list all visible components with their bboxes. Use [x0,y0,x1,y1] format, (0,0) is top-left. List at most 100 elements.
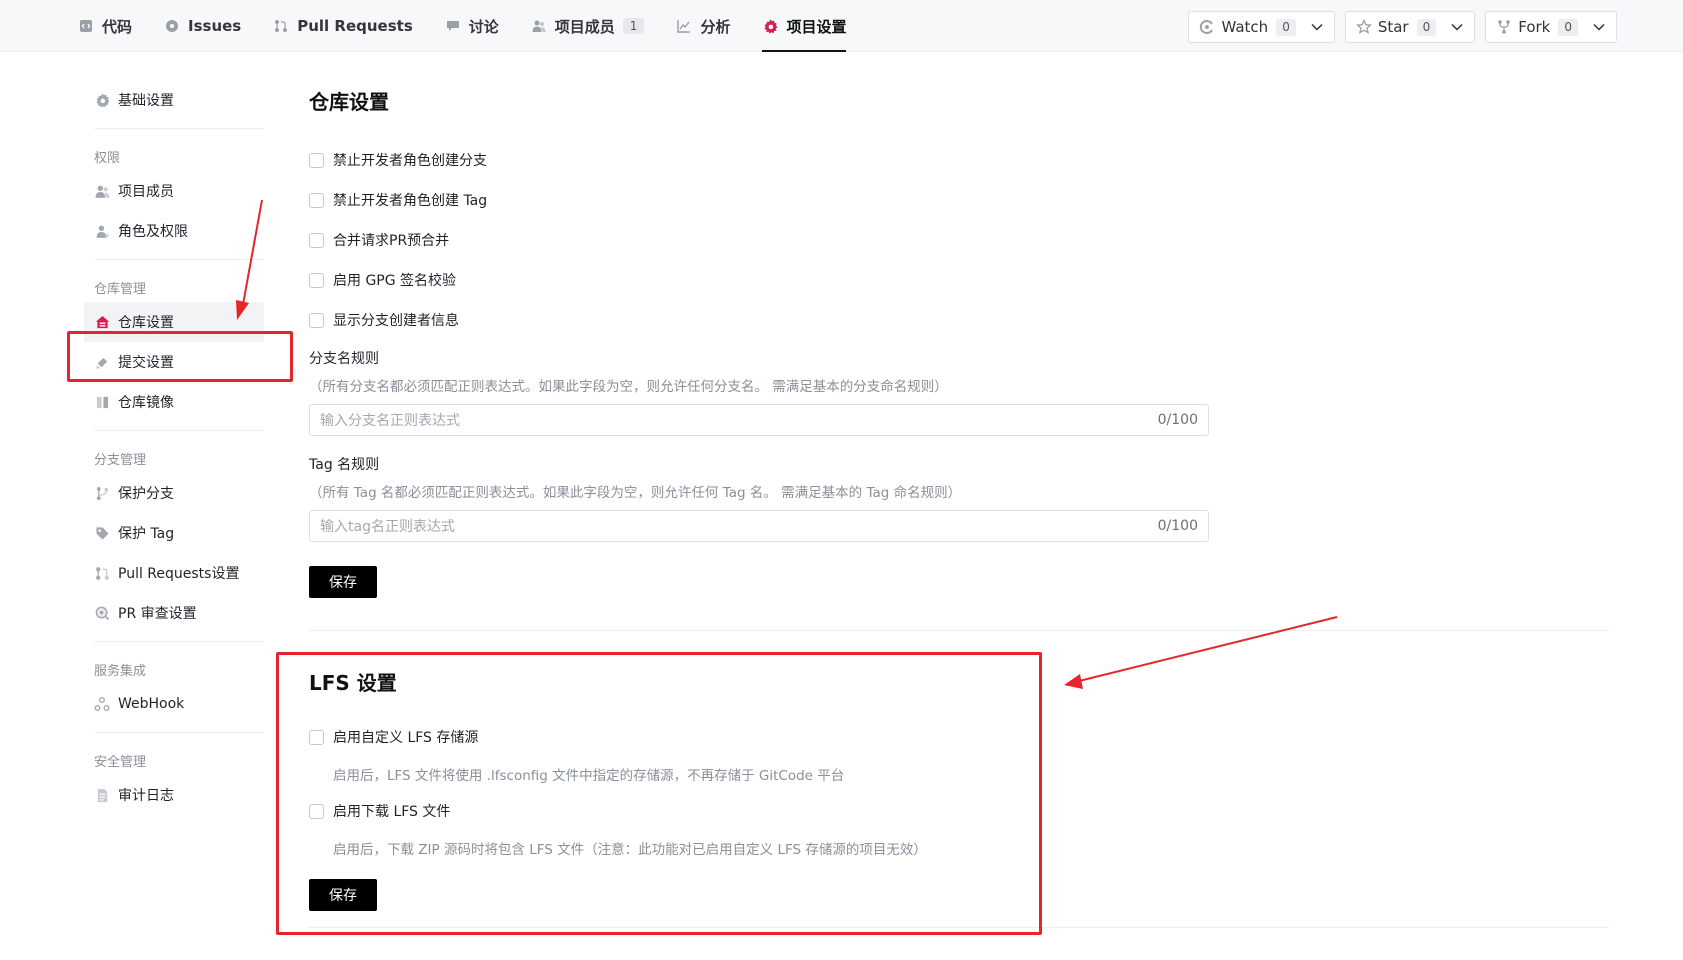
divider [309,927,1609,928]
download-lfs-help: 启用后，下载 ZIP 源码时将包含 LFS 文件（注意：此功能对已启用自定义 L… [333,842,927,858]
checkbox[interactable] [309,192,324,208]
sidebar-item-label: Pull Requests设置 [118,566,240,582]
custom-lfs-source-help: 启用后，LFS 文件将使用 .lfsconfig 文件中指定的存储源，不再存储于… [333,768,845,784]
sidebar-item-audit-log[interactable]: 审计日志 [84,775,264,815]
branch-rule-input[interactable]: 输入分支名正则表达式 0/100 [309,404,1209,436]
fork-count: 0 [1558,18,1578,36]
members-count-badge: 1 [622,18,645,34]
chevron-down-icon[interactable] [1450,20,1464,34]
tag-rule-help: （所有 Tag 名都必须匹配正则表达式。如果此字段为空，则允许任何 Tag 名。… [309,485,962,501]
tab-issues[interactable]: Issues [164,0,241,52]
option-pr-premerge[interactable]: 合并请求PR预合并 [309,220,1609,260]
branch-rule-placeholder: 输入分支名正则表达式 [320,413,460,429]
option-label: 启用下载 LFS 文件 [333,804,451,820]
option-label: 启用 GPG 签名校验 [333,273,457,289]
option-show-branch-creator[interactable]: 显示分支创建者信息 [309,300,1609,340]
save-button[interactable]: 保存 [309,566,377,598]
option-download-lfs[interactable]: 启用下载 LFS 文件 [309,791,1609,831]
top-nav-bar: 代码 Issues Pull Requests 讨论 项目成员 1 分析 项目设… [0,0,1683,52]
checkbox[interactable] [309,152,324,168]
tab-members-label: 项目成员 [554,17,615,36]
issues-icon [164,18,180,34]
sidebar-item-commit-settings[interactable]: 提交设置 [84,342,264,382]
char-counter: 0/100 [1157,518,1198,534]
option-custom-lfs-source[interactable]: 启用自定义 LFS 存储源 [309,717,1609,757]
checkbox[interactable] [309,272,324,288]
sidebar-item-label: 项目成员 [118,184,174,200]
sidebar-item-label: 角色及权限 [118,224,188,240]
branch-icon [94,485,110,501]
tab-analysis[interactable]: 分析 [676,0,730,52]
sidebar-item-pull-requests-settings[interactable]: Pull Requests设置 [84,553,264,593]
sidebar-item-repo-mirror[interactable]: 仓库镜像 [84,382,264,422]
tab-discussion-label: 讨论 [468,17,499,36]
code-icon [78,18,94,34]
checkbox[interactable] [309,803,324,819]
option-label: 合并请求PR预合并 [333,233,450,249]
sidebar-item-webhook[interactable]: WebHook [84,684,264,724]
tab-project-settings-label: 项目设置 [786,17,847,36]
repo-actions: Watch 0 Star 0 Fork 0 [1178,11,1617,43]
sidebar-item-repo-settings[interactable]: 仓库设置 [84,302,264,342]
divider [94,732,264,733]
chevron-down-icon[interactable] [1310,20,1324,34]
sidebar-item-protected-tag[interactable]: 保护 Tag [84,513,264,553]
watch-button[interactable]: Watch 0 [1188,11,1335,43]
sidebar-item-basic-settings[interactable]: 基础设置 [84,80,264,120]
option-label: 禁止开发者角色创建分支 [333,153,487,169]
option-gpg-verify[interactable]: 启用 GPG 签名校验 [309,260,1609,300]
tab-discussion[interactable]: 讨论 [445,0,499,52]
sidebar-item-label: 仓库镜像 [118,395,174,411]
divider [94,259,264,260]
sidebar-item-label: 提交设置 [118,355,174,371]
tab-pull-requests[interactable]: Pull Requests [273,0,413,52]
sidebar-item-label: PR 审查设置 [118,606,197,622]
settings-sidebar: 基础设置 权限 项目成员 角色及权限 仓库管理 仓库设置 提交设置 仓库镜像 分… [84,80,264,815]
sidebar-item-label: 审计日志 [118,788,174,804]
tag-rule-input[interactable]: 输入tag名正则表达式 0/100 [309,510,1209,542]
sidebar-item-label: 基础设置 [118,93,174,109]
fork-button[interactable]: Fork 0 [1485,11,1617,43]
settings-main: 仓库设置 禁止开发者角色创建分支 禁止开发者角色创建 Tag 合并请求PR预合并… [309,80,1609,928]
sidebar-item-protected-branch[interactable]: 保护分支 [84,473,264,513]
tab-pull-requests-label: Pull Requests [297,17,413,35]
lfs-settings-title: LFS 设置 [309,670,397,695]
option-forbid-dev-create-tag[interactable]: 禁止开发者角色创建 Tag [309,180,1609,220]
lfs-save-button[interactable]: 保存 [309,879,377,911]
sidebar-item-roles[interactable]: 角色及权限 [84,211,264,251]
tab-project-settings[interactable]: 项目设置 [762,0,847,52]
discussion-icon [445,18,461,34]
tab-members[interactable]: 项目成员 1 [531,0,645,52]
star-button[interactable]: Star 0 [1344,11,1476,43]
tab-code-label: 代码 [102,17,133,36]
divider [94,128,264,129]
gear-icon [762,18,778,34]
branch-rule-help: （所有分支名都必须匹配正则表达式。如果此字段为空，则允许任何分支名。 需满足基本… [309,379,948,395]
tag-icon [94,525,110,541]
fork-label: Fork [1518,18,1551,36]
checkbox[interactable] [309,729,324,745]
option-forbid-dev-create-branch[interactable]: 禁止开发者角色创建分支 [309,140,1609,180]
pull-request-icon [94,565,110,581]
option-label: 显示分支创建者信息 [333,313,459,329]
sidebar-item-label: 保护 Tag [118,526,175,542]
tag-rule-label: Tag 名规则 [309,457,380,473]
checkbox[interactable] [309,312,324,328]
chevron-down-icon[interactable] [1592,20,1606,34]
sidebar-item-label: 保护分支 [118,486,174,502]
pull-request-icon [273,18,289,34]
sidebar-item-label: 仓库设置 [118,315,174,331]
option-label: 禁止开发者角色创建 Tag [333,193,488,209]
sidebar-item-pr-review-settings[interactable]: PR 审查设置 [84,593,264,633]
divider [94,430,264,431]
sidebar-group-security: 安全管理 [94,754,147,770]
sidebar-item-project-members[interactable]: 项目成员 [84,171,264,211]
fork-icon [1496,19,1512,35]
watch-icon [1199,19,1215,35]
watch-count: 0 [1276,18,1296,36]
checkbox[interactable] [309,232,324,248]
sidebar-item-label: WebHook [118,696,185,712]
tab-code[interactable]: 代码 [78,0,132,52]
sidebar-group-integrations: 服务集成 [94,663,147,679]
divider [94,641,264,642]
